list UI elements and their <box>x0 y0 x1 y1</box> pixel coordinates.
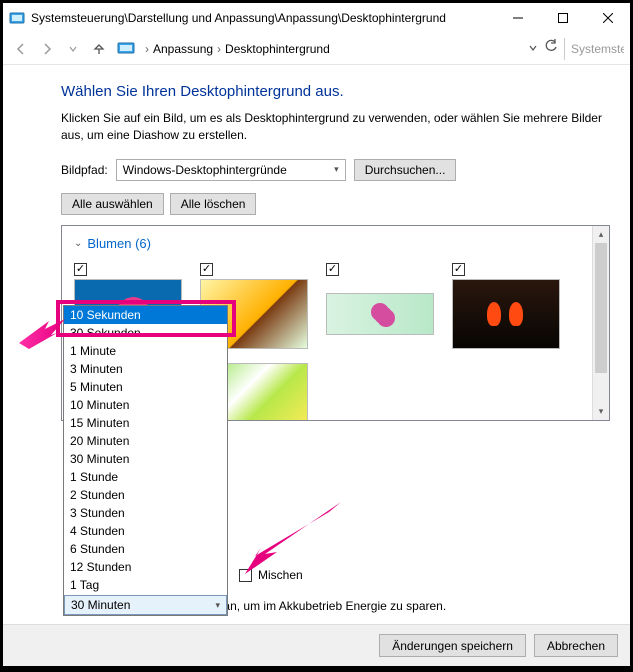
group-header[interactable]: ⌄ Blumen (6) <box>74 236 597 251</box>
interval-option[interactable]: 2 Stunden <box>64 486 227 504</box>
interval-option[interactable]: 15 Minuten <box>64 414 227 432</box>
scroll-track[interactable] <box>593 243 609 403</box>
image-path-value: Windows-Desktophintergründe <box>123 163 287 177</box>
image-path-row: Bildpfad: Windows-Desktophintergründe ▾ … <box>61 159 610 181</box>
chevron-down-icon: ▾ <box>215 600 220 611</box>
interval-option[interactable]: 3 Stunden <box>64 504 227 522</box>
selection-toolbar: Alle auswählen Alle löschen <box>61 193 610 215</box>
interval-selected-value: 30 Minuten <box>71 598 130 612</box>
page-title: Wählen Sie Ihren Desktophintergrund aus. <box>61 83 610 100</box>
monitor-icon <box>117 40 135 58</box>
interval-option[interactable]: 6 Stunden <box>64 540 227 558</box>
interval-option[interactable]: 30 Minuten <box>64 450 227 468</box>
back-button[interactable] <box>9 37 33 61</box>
checkbox-icon <box>239 569 252 582</box>
cancel-button[interactable]: Abbrechen <box>534 634 618 657</box>
thumbnail-item[interactable]: ✓ <box>452 259 560 349</box>
chevron-down-icon: ⌄ <box>74 238 82 249</box>
control-panel-icon <box>9 10 25 26</box>
clear-all-button[interactable]: Alle löschen <box>170 193 257 215</box>
interval-option[interactable]: 30 Sekunden <box>64 324 227 342</box>
image-path-combo[interactable]: Windows-Desktophintergründe ▾ <box>116 159 346 181</box>
interval-option[interactable]: 10 Sekunden <box>64 306 227 324</box>
titlebar: Systemsteuerung\Darstellung und Anpassun… <box>3 3 630 33</box>
chevron-right-icon: › <box>145 42 149 56</box>
crumb-desktophintergrund[interactable]: Desktophintergrund <box>225 42 330 56</box>
thumbnail-checkbox[interactable]: ✓ <box>200 263 213 276</box>
interval-option[interactable]: 20 Minuten <box>64 432 227 450</box>
interval-option[interactable]: 1 Stunde <box>64 468 227 486</box>
breadcrumb[interactable]: › Anpassung › Desktophintergrund <box>141 42 526 56</box>
interval-option[interactable]: 12 Stunden <box>64 558 227 576</box>
image-path-label: Bildpfad: <box>61 163 108 177</box>
thumbnail-image[interactable] <box>326 293 434 335</box>
scroll-up-button[interactable]: ▴ <box>593 226 609 243</box>
refresh-button[interactable] <box>544 39 558 58</box>
browse-button[interactable]: Durchsuchen... <box>354 159 457 181</box>
interval-option[interactable]: 1 Tag <box>64 576 227 594</box>
window-title: Systemsteuerung\Darstellung und Anpassun… <box>31 11 495 25</box>
close-button[interactable] <box>585 3 630 33</box>
thumbnail-checkbox[interactable]: ✓ <box>74 263 87 276</box>
interval-option[interactable]: 5 Minuten <box>64 378 227 396</box>
annotation-arrow-icon <box>241 498 351 578</box>
group-title: Blumen (6) <box>87 236 151 251</box>
interval-option[interactable]: 3 Minuten <box>64 360 227 378</box>
thumbnail-checkbox[interactable]: ✓ <box>452 263 465 276</box>
crumb-anpassung[interactable]: Anpassung <box>153 42 213 56</box>
search-input[interactable]: Systemste <box>564 38 624 60</box>
page-description: Klicken Sie auf ein Bild, um es als Desk… <box>61 110 610 145</box>
interval-option[interactable]: 1 Minute <box>64 342 227 360</box>
scroll-down-button[interactable]: ▾ <box>593 403 609 420</box>
forward-button[interactable] <box>35 37 59 61</box>
minimize-button[interactable] <box>495 3 540 33</box>
maximize-button[interactable] <box>540 3 585 33</box>
thumbnail-item[interactable]: ✓ <box>326 259 434 349</box>
thumbnail-image[interactable] <box>452 279 560 349</box>
footer: Änderungen speichern Abbrechen <box>3 624 630 666</box>
shuffle-checkbox[interactable]: Mischen <box>239 568 303 582</box>
address-dropdown[interactable] <box>528 40 538 58</box>
interval-option[interactable]: 10 Minuten <box>64 396 227 414</box>
shuffle-label: Mischen <box>258 568 303 582</box>
interval-combo[interactable]: 30 Minuten ▾ <box>64 595 227 615</box>
window: Systemsteuerung\Darstellung und Anpassun… <box>3 3 630 666</box>
shuffle-row: Mischen <box>239 568 303 582</box>
navbar: › Anpassung › Desktophintergrund Systems… <box>3 33 630 65</box>
chevron-right-icon: › <box>217 42 221 56</box>
select-all-button[interactable]: Alle auswählen <box>61 193 164 215</box>
chevron-down-icon: ▾ <box>334 164 339 175</box>
interval-dropdown-list[interactable]: 10 Sekunden 30 Sekunden 1 Minute 3 Minut… <box>63 305 228 616</box>
scroll-thumb[interactable] <box>595 243 607 373</box>
interval-option[interactable]: 4 Stunden <box>64 522 227 540</box>
gallery-scrollbar[interactable]: ▴ ▾ <box>592 226 609 420</box>
up-button[interactable] <box>87 37 111 61</box>
thumbnail-checkbox[interactable]: ✓ <box>326 263 339 276</box>
save-changes-button[interactable]: Änderungen speichern <box>379 634 526 657</box>
recent-dropdown[interactable] <box>61 37 85 61</box>
